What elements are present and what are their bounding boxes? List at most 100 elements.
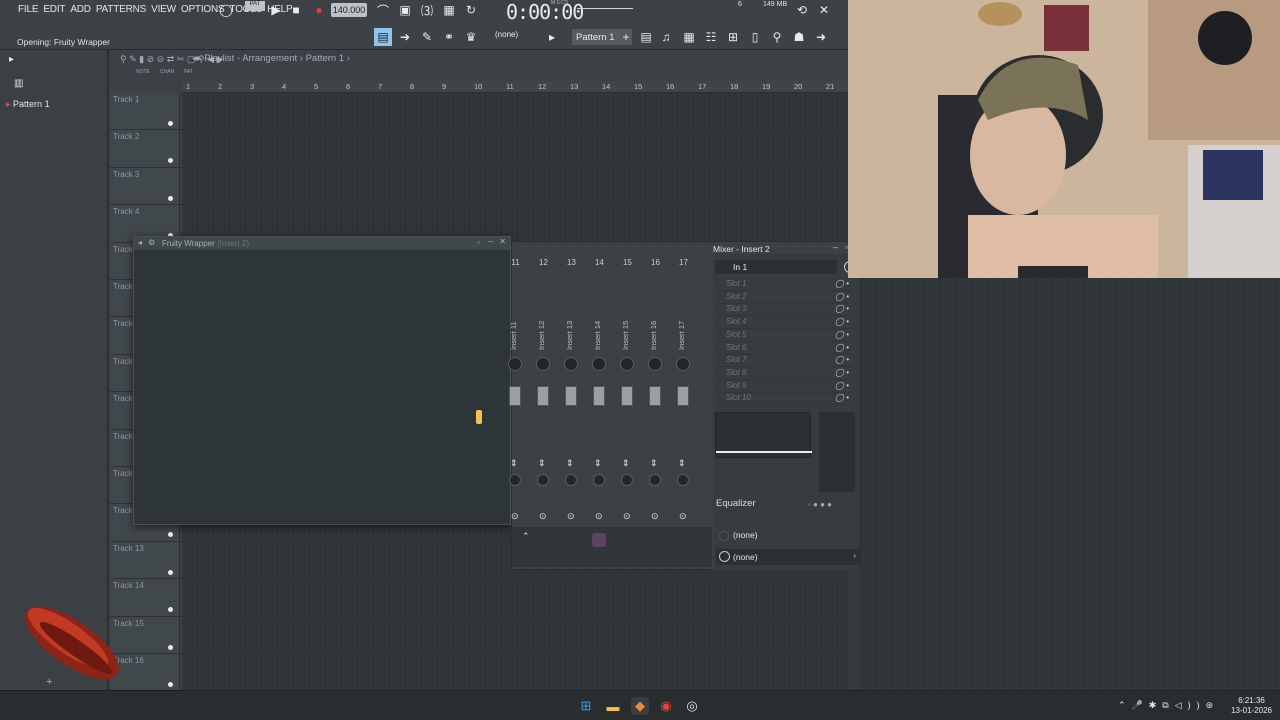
menu-view[interactable]: VIEW bbox=[151, 2, 176, 17]
detach-icon[interactable]: ▫ bbox=[477, 238, 480, 247]
route-icon[interactable]: ⊙ bbox=[679, 511, 687, 522]
volume-fader[interactable] bbox=[593, 386, 605, 406]
mixer-strip[interactable]: 13 Insert 13 ⇕ ⊙ bbox=[558, 258, 585, 548]
route-icon[interactable]: ⊙ bbox=[539, 511, 547, 522]
slot-mix-knob-icon[interactable]: ◯ • bbox=[835, 355, 849, 364]
track-lane[interactable] bbox=[182, 616, 848, 653]
track-enable-dot[interactable] bbox=[168, 121, 173, 126]
file-explorer-icon[interactable]: ▬ bbox=[604, 697, 622, 715]
mixer-strip[interactable]: 15 Insert 15 ⇕ ⊙ bbox=[614, 258, 641, 548]
track-enable-dot[interactable] bbox=[168, 158, 173, 164]
stereo-swap-icon[interactable]: ⇕ bbox=[678, 458, 686, 469]
track-header[interactable]: Track 3 bbox=[110, 167, 180, 205]
effect-slot[interactable]: Slot 1 ◯ • bbox=[718, 279, 853, 291]
mixer-strip[interactable]: 14 Insert 14 ⇕ ⊙ bbox=[586, 258, 613, 548]
track-enable-dot[interactable] bbox=[168, 532, 173, 538]
slot-mix-knob-icon[interactable]: ◯ • bbox=[835, 304, 849, 313]
volume-fader[interactable] bbox=[509, 386, 521, 406]
effect-slot[interactable]: Slot 4 ◯ • bbox=[718, 317, 853, 330]
stereo-knob[interactable] bbox=[677, 474, 689, 486]
effect-slot[interactable]: Slot 8 ◯ • bbox=[718, 368, 853, 380]
chrome-icon[interactable]: ◉ bbox=[657, 697, 675, 715]
track-header[interactable]: Track 1 bbox=[110, 93, 180, 130]
stereo-swap-icon[interactable]: ⇕ bbox=[650, 458, 658, 469]
selected-insert-marker[interactable] bbox=[592, 533, 606, 547]
track-enable-dot[interactable] bbox=[168, 195, 173, 201]
stereo-knob[interactable] bbox=[537, 474, 549, 486]
slot-mix-knob-icon[interactable]: ◯ • bbox=[835, 343, 849, 352]
piano-roll-icon[interactable]: ♫ bbox=[657, 28, 675, 46]
pan-knob[interactable] bbox=[620, 357, 634, 371]
record-icon[interactable]: ● bbox=[310, 1, 328, 19]
playlist-toggle-icon[interactable]: ▤ bbox=[637, 28, 655, 46]
effect-slot[interactable]: Slot 10 ◯ • bbox=[718, 393, 853, 406]
metronome-icon[interactable]: ⌒ bbox=[374, 1, 392, 19]
arrow-left-icon[interactable]: ◂ bbox=[138, 238, 142, 247]
volume-fader[interactable] bbox=[677, 386, 689, 406]
track-header[interactable]: Track 13 bbox=[110, 541, 180, 579]
magnet-icon[interactable]: ⚲ bbox=[120, 54, 127, 64]
effect-slot[interactable]: Slot 5 ◯ • bbox=[718, 330, 853, 342]
slot-mix-knob-icon[interactable]: ◯ • bbox=[835, 279, 849, 288]
volume-fader[interactable] bbox=[537, 386, 549, 406]
countdown-icon[interactable]: ⑶ bbox=[418, 1, 436, 19]
stop-icon[interactable]: ■ bbox=[287, 1, 305, 19]
slice-icon[interactable]: ✂ bbox=[177, 54, 185, 64]
volume-fader[interactable] bbox=[565, 386, 577, 406]
paint-icon[interactable]: ▮ bbox=[139, 54, 144, 64]
route-icon[interactable]: ⊙ bbox=[511, 511, 519, 522]
playlist-icon[interactable]: ▤ bbox=[374, 28, 392, 46]
arrow-right-icon[interactable]: ➔ bbox=[396, 28, 414, 46]
slot-mix-knob-icon[interactable]: ◯ • bbox=[835, 292, 849, 301]
pencil-icon[interactable]: ✎ bbox=[129, 54, 137, 64]
browser-snap-icon[interactable]: ▥ bbox=[14, 78, 23, 89]
mute-icon[interactable]: ⊝ bbox=[157, 54, 165, 64]
track-send-1[interactable]: (none) bbox=[733, 530, 758, 540]
effect-slot[interactable]: Slot 2 ◯ • bbox=[718, 292, 853, 304]
pan-knob[interactable] bbox=[648, 357, 662, 371]
effect-slot[interactable]: Slot 6 ◯ • bbox=[718, 343, 853, 355]
master-volume-knob-icon[interactable]: ◯ bbox=[217, 1, 235, 19]
mixer-icon[interactable]: ☷ bbox=[702, 28, 720, 46]
track-lane[interactable] bbox=[182, 579, 848, 616]
menu-edit[interactable]: EDIT bbox=[43, 2, 65, 17]
pan-knob[interactable] bbox=[676, 357, 690, 371]
stereo-swap-icon[interactable]: ⇕ bbox=[538, 458, 546, 469]
stamp-icon[interactable]: ♛ bbox=[462, 28, 480, 46]
volume-fader[interactable] bbox=[621, 386, 633, 406]
plugin-picker-icon[interactable]: ⚲ bbox=[768, 28, 786, 46]
browser-icon[interactable]: ⊞ bbox=[724, 28, 742, 46]
pencil-icon[interactable]: ✎ bbox=[418, 28, 436, 46]
stereo-knob[interactable] bbox=[593, 474, 605, 486]
track-lane[interactable] bbox=[182, 130, 848, 167]
slot-mix-knob-icon[interactable]: ◯ • bbox=[835, 368, 849, 377]
timeline-ruler[interactable]: 1 2 3 4 5 6 7 8 9 10 11 12 13 14 15 16 17 18 19 20 21 bbox=[182, 81, 848, 93]
undo-icon[interactable]: ⟲ bbox=[793, 1, 811, 19]
pan-knob[interactable] bbox=[564, 357, 578, 371]
route-icon[interactable]: ⊙ bbox=[595, 511, 603, 522]
delete-icon[interactable]: ⊘ bbox=[147, 54, 155, 64]
filter-chan[interactable]: CHAN bbox=[160, 69, 174, 75]
stereo-swap-icon[interactable]: ⇕ bbox=[566, 458, 574, 469]
menu-add[interactable]: ADD bbox=[70, 2, 91, 17]
slot-mix-knob-icon[interactable]: ◯ • bbox=[835, 393, 849, 402]
windows-start-icon[interactable]: ⊞ bbox=[577, 697, 595, 715]
pan-knob[interactable] bbox=[592, 357, 606, 371]
track-header[interactable]: Track 2 bbox=[110, 130, 180, 167]
browser-back-icon[interactable]: ▸ bbox=[9, 54, 14, 65]
fl-studio-taskbar-icon[interactable]: ◆ bbox=[631, 697, 649, 715]
project-icon[interactable]: ▯ bbox=[746, 28, 764, 46]
effect-slot[interactable]: Slot 9 ◯ • bbox=[718, 381, 853, 393]
route-icon[interactable]: ⊙ bbox=[651, 511, 659, 522]
mixer-strip[interactable]: 17 Insert 17 ⇕ ⊙ bbox=[670, 258, 697, 548]
obs-icon[interactable]: ◎ bbox=[683, 697, 701, 715]
touch-keyboard-icon[interactable]: ☗ bbox=[790, 28, 808, 46]
stereo-knob[interactable] bbox=[649, 474, 661, 486]
mixer-strip[interactable]: 11 Insert 11 ⇕ ⊙ bbox=[502, 258, 529, 548]
minimize-icon[interactable]: – bbox=[489, 237, 493, 246]
pan-knob[interactable] bbox=[536, 357, 550, 371]
track-enable-dot[interactable] bbox=[168, 644, 173, 650]
track-lane[interactable] bbox=[182, 654, 848, 691]
pan-knob[interactable] bbox=[508, 357, 522, 371]
route-icon[interactable]: ⊙ bbox=[623, 511, 631, 522]
